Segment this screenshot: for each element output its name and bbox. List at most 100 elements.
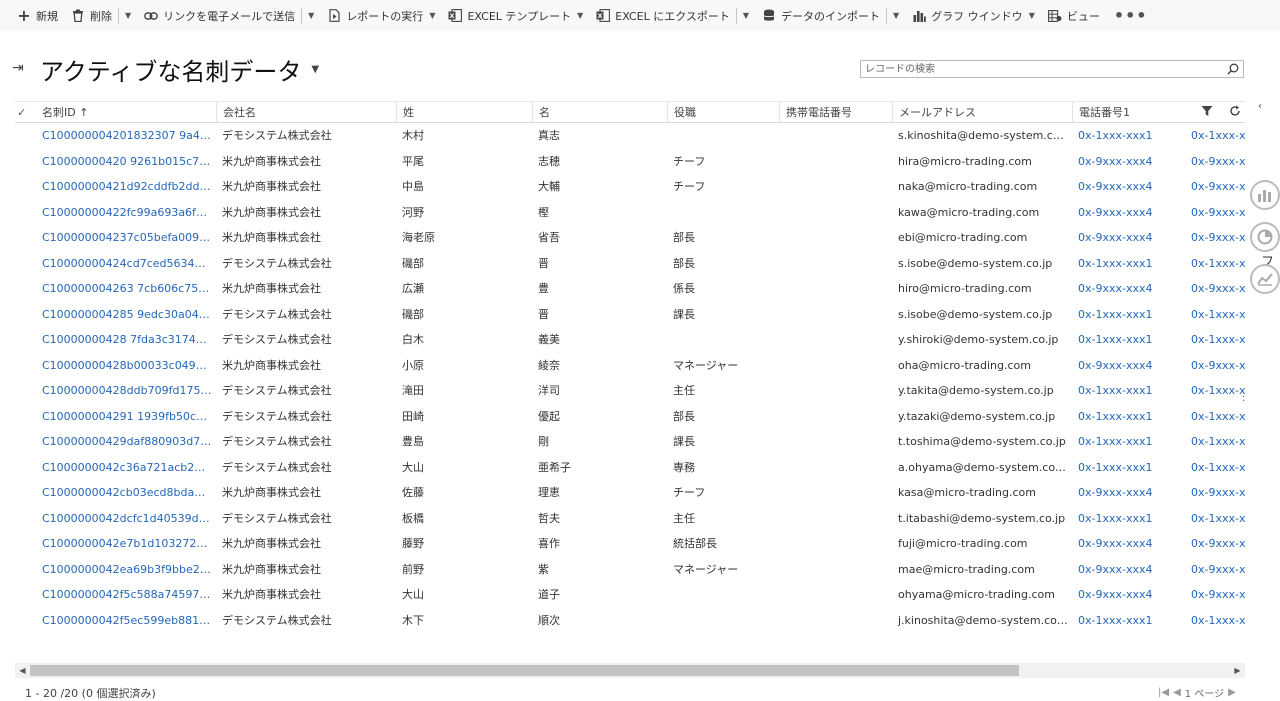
cell-id[interactable]: C10000000422fc99a693a6f5c… [36, 200, 212, 225]
export-dropdown-caret[interactable]: ▼ [735, 7, 755, 24]
run-report-button[interactable]: レポートの実行 ▼ [320, 0, 441, 31]
cell-phone2[interactable]: 0x-1xxx-x [1185, 251, 1245, 276]
cell-phone1[interactable]: 0x-1xxx-xxx1 [1072, 302, 1180, 327]
cell-phone1[interactable]: 0x-9xxx-xxx4 [1072, 276, 1180, 301]
cell-phone2[interactable]: 0x-1xxx-x [1185, 327, 1245, 352]
import-data-button[interactable]: データのインポート [755, 0, 886, 31]
column-header-id[interactable]: 名刺ID ↑ [36, 102, 212, 123]
cell-phone1[interactable]: 0x-9xxx-xxx4 [1072, 225, 1180, 250]
cell-phone2[interactable]: 0x-9xxx-x [1185, 557, 1245, 582]
cell-phone2[interactable]: 0x-1xxx-x [1185, 429, 1245, 454]
cell-phone1[interactable]: 0x-1xxx-xxx1 [1072, 429, 1180, 454]
cell-phone1[interactable]: 0x-9xxx-xxx4 [1072, 582, 1180, 607]
horizontal-scrollbar[interactable]: ◀ ▶ [15, 663, 1245, 678]
previous-page-icon[interactable]: ◀ [1173, 687, 1181, 698]
table-row[interactable]: C10000000422fc99a693a6f5c… 米九炉商事株式会社 河野 樫 ka… [15, 200, 1245, 226]
view-button[interactable]: ビュー [1041, 0, 1106, 31]
cell-phone2[interactable]: 0x-9xxx-x [1185, 480, 1245, 505]
cell-id[interactable]: C100000004263 7cb606c7527… [36, 276, 212, 301]
cell-phone1[interactable]: 0x-9xxx-xxx4 [1072, 480, 1180, 505]
export-excel-button[interactable]: X EXCEL にエクスポート [589, 0, 736, 31]
cell-phone2[interactable]: 0x-9xxx-x [1185, 200, 1245, 225]
cell-phone2[interactable]: 0x-1xxx-x [1185, 455, 1245, 480]
cell-phone2[interactable]: 0x-9xxx-x [1185, 582, 1245, 607]
cell-phone2[interactable]: 0x-9xxx-x [1185, 353, 1245, 378]
column-header-title[interactable]: 役職 [667, 102, 775, 123]
cell-id[interactable]: C10000000421d92cddfb2ddb… [36, 174, 212, 199]
table-row[interactable]: C100000004237c05befa0098… 米九炉商事株式会社 海老原 省吾 部… [15, 225, 1245, 251]
table-row[interactable]: C1000000042e7b1d103272a… 米九炉商事株式会社 藤野 喜作 統括部… [15, 531, 1245, 557]
table-row[interactable]: C1000000042f5ec599eb8816… デモシステム株式会社 木下 順次 j… [15, 608, 1245, 634]
first-page-icon[interactable]: |◀ [1158, 687, 1169, 698]
table-row[interactable]: C10000000428ddb709fd1755… デモシステム株式会社 滝田 洋司 主… [15, 378, 1245, 404]
delete-button[interactable]: 削除 [64, 0, 118, 31]
cell-phone1[interactable]: 0x-1xxx-xxx1 [1072, 251, 1180, 276]
filter-icon[interactable] [1201, 105, 1213, 120]
cell-id[interactable]: C10000000428ddb709fd1755… [36, 378, 212, 403]
cell-id[interactable]: C10000000420 9261b015c7c8… [36, 149, 212, 174]
table-row[interactable]: C1000000042cb03ecd8bda61… 米九炉商事株式会社 佐藤 理恵 チー… [15, 480, 1245, 506]
email-link-dropdown-caret[interactable]: ▼ [301, 7, 320, 24]
cell-phone1[interactable]: 0x-9xxx-xxx4 [1072, 531, 1180, 556]
cell-id[interactable]: C100000004285 9edc30a0447… [36, 302, 212, 327]
cell-phone1[interactable]: 0x-9xxx-xxx4 [1072, 557, 1180, 582]
cell-id[interactable]: C1000000042e7b1d103272a… [36, 531, 212, 556]
cell-phone2[interactable]: 0x-1xxx-x [1185, 608, 1245, 633]
scrollbar-thumb[interactable] [30, 665, 1019, 676]
cell-phone1[interactable]: 0x-1xxx-xxx1 [1072, 327, 1180, 352]
cell-phone2[interactable]: 0x-1xxx-x [1185, 302, 1245, 327]
cell-id[interactable]: C100000004201832307 9a41… [36, 123, 212, 148]
cell-phone2[interactable]: 0x-1xxx-x [1185, 378, 1245, 403]
cell-phone1[interactable]: 0x-9xxx-xxx4 [1072, 149, 1180, 174]
column-header-email[interactable]: メールアドレス [892, 102, 1068, 123]
search-input[interactable] [861, 61, 1223, 77]
cell-phone1[interactable]: 0x-9xxx-xxx4 [1072, 200, 1180, 225]
cell-phone1[interactable]: 0x-9xxx-xxx4 [1072, 174, 1180, 199]
cell-phone1[interactable]: 0x-1xxx-xxx1 [1072, 506, 1180, 531]
cell-phone1[interactable]: 0x-1xxx-xxx1 [1072, 404, 1180, 429]
cell-id[interactable]: C1000000042f5ec599eb8816… [36, 608, 212, 633]
column-header-mobile[interactable]: 携帯電話番号 [779, 102, 888, 123]
email-link-button[interactable]: リンクを電子メールで送信 [137, 0, 301, 31]
cell-id[interactable]: C1000000042dcfc1d40539d1… [36, 506, 212, 531]
cell-phone2[interactable]: 0x-9xxx-x [1185, 149, 1245, 174]
table-row[interactable]: C10000000428 7fda3c3174c8… デモシステム株式会社 白木 義美… [15, 327, 1245, 353]
next-page-icon[interactable]: ▶ [1228, 687, 1236, 698]
cell-phone2[interactable]: 0x-9xxx-x [1185, 531, 1245, 556]
cell-id[interactable]: C1000000042ea69b3f9bbe25… [36, 557, 212, 582]
table-row[interactable]: C100000004201832307 9a41… デモシステム株式会社 木村 真志 s… [15, 123, 1245, 149]
column-header-phone1[interactable]: 電話番号1 [1072, 102, 1180, 123]
cell-phone2[interactable]: 0x-1xxx-x [1185, 404, 1245, 429]
pie-chart-round-icon[interactable] [1250, 222, 1280, 252]
table-row[interactable]: C1000000042f5c588a74597a… 米九炉商事株式会社 大山 道子 oh… [15, 582, 1245, 608]
cell-id[interactable]: C10000000429daf880903d7f… [36, 429, 212, 454]
cell-phone2[interactable]: 0x-1xxx-x [1185, 123, 1245, 148]
table-row[interactable]: C10000000424cd7ced563480… デモシステム株式会社 磯部 晋 部長… [15, 251, 1245, 277]
cell-id[interactable]: C1000000042cb03ecd8bda61… [36, 480, 212, 505]
table-row[interactable]: C100000004291 1939fb50ca0… デモシステム株式会社 田崎 優起… [15, 404, 1245, 430]
cell-id[interactable]: C10000000428b00033c0496… [36, 353, 212, 378]
scroll-right-arrow-icon[interactable]: ▶ [1230, 663, 1245, 678]
cell-id[interactable]: C100000004237c05befa0098… [36, 225, 212, 250]
column-header-company[interactable]: 会社名 [216, 102, 392, 123]
chevron-left-icon[interactable]: ‹ [1258, 101, 1262, 112]
search-icon[interactable] [1223, 63, 1243, 75]
chart-window-button[interactable]: グラフ ウインドウ ▼ [905, 0, 1041, 31]
cell-phone1[interactable]: 0x-1xxx-xxx1 [1072, 123, 1180, 148]
column-header-first[interactable]: 名 [532, 102, 663, 123]
pin-icon[interactable]: ⇥ [12, 60, 24, 76]
cell-id[interactable]: C1000000042c36a721acb241… [36, 455, 212, 480]
cell-phone2[interactable]: 0x-9xxx-x [1185, 174, 1245, 199]
cell-phone2[interactable]: 0x-1xxx-x [1185, 506, 1245, 531]
cell-phone2[interactable]: 0x-9xxx-x [1185, 225, 1245, 250]
table-row[interactable]: C10000000428b00033c0496… 米九炉商事株式会社 小原 綾奈 マネー… [15, 353, 1245, 379]
bar-chart-round-icon[interactable] [1250, 180, 1280, 210]
line-chart-round-icon[interactable] [1250, 264, 1280, 294]
cell-phone1[interactable]: 0x-1xxx-xxx1 [1072, 378, 1180, 403]
table-row[interactable]: C1000000042dcfc1d40539d1… デモシステム株式会社 板橋 哲夫 主… [15, 506, 1245, 532]
cell-id[interactable]: C100000004291 1939fb50ca0… [36, 404, 212, 429]
cell-phone2[interactable]: 0x-9xxx-x [1185, 276, 1245, 301]
cell-id[interactable]: C10000000424cd7ced563480… [36, 251, 212, 276]
import-dropdown-caret[interactable]: ▼ [886, 7, 905, 24]
table-row[interactable]: C10000000429daf880903d7f… デモシステム株式会社 豊島 剛 課長… [15, 429, 1245, 455]
